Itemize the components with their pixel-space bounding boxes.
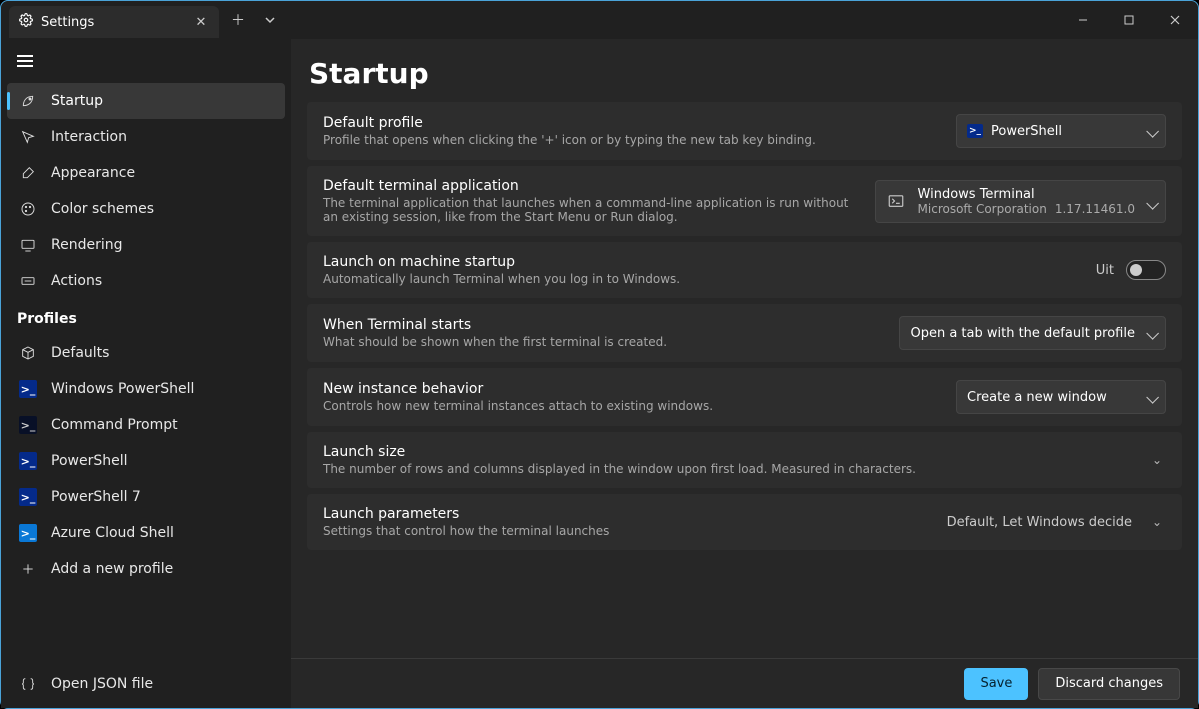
setting-default-profile: Default profile Profile that opens when …	[307, 102, 1182, 160]
braces-icon	[19, 675, 37, 693]
sidebar-open-json[interactable]: Open JSON file	[7, 666, 285, 702]
terminal-icon	[886, 191, 906, 211]
setting-title: New instance behavior	[323, 381, 940, 397]
close-window-button[interactable]	[1152, 4, 1198, 36]
sidebar-item-label: PowerShell 7	[51, 489, 141, 505]
sidebar-item-label: Appearance	[51, 165, 135, 181]
monitor-icon	[19, 236, 37, 254]
tab-title: Settings	[41, 15, 94, 30]
sidebar-item-label: Startup	[51, 93, 103, 109]
gear-icon	[19, 13, 33, 31]
powershell-icon: >_	[19, 488, 37, 506]
setting-default-terminal-app: Default terminal application The termina…	[307, 166, 1182, 236]
setting-desc: The terminal application that launches w…	[323, 196, 859, 224]
rocket-icon	[19, 92, 37, 110]
sidebar-item-label: Defaults	[51, 345, 109, 361]
titlebar: Settings ✕ ＋	[1, 1, 1198, 39]
setting-launch-on-startup: Launch on machine startup Automatically …	[307, 242, 1182, 298]
chevron-down-icon: ⌄	[1148, 515, 1166, 529]
footer-actions: Save Discard changes	[291, 658, 1198, 708]
setting-desc: Settings that control how the terminal l…	[323, 524, 931, 538]
sidebar-profile-command-prompt[interactable]: >_ Command Prompt	[7, 407, 285, 443]
sidebar-item-label: Rendering	[51, 237, 123, 253]
sidebar-item-label: PowerShell	[51, 453, 127, 469]
setting-title: Launch parameters	[323, 506, 931, 522]
sidebar-item-actions[interactable]: Actions	[7, 263, 285, 299]
default-terminal-app-dropdown[interactable]: Windows Terminal Microsoft Corporation 1…	[875, 180, 1166, 223]
setting-title: Default terminal application	[323, 178, 859, 194]
keyboard-icon	[19, 272, 37, 290]
maximize-button[interactable]	[1106, 4, 1152, 36]
setting-desc: What should be shown when the first term…	[323, 335, 883, 349]
setting-when-terminal-starts: When Terminal starts What should be show…	[307, 304, 1182, 362]
save-button[interactable]: Save	[964, 668, 1028, 700]
sidebar-item-label: Azure Cloud Shell	[51, 525, 174, 541]
sidebar-item-label: Interaction	[51, 129, 127, 145]
setting-new-instance-behavior: New instance behavior Controls how new t…	[307, 368, 1182, 426]
palette-icon	[19, 200, 37, 218]
sidebar-profile-windows-powershell[interactable]: >_ Windows PowerShell	[7, 371, 285, 407]
setting-desc: Profile that opens when clicking the '+'…	[323, 133, 940, 147]
sidebar-item-rendering[interactable]: Rendering	[7, 227, 285, 263]
setting-title: Launch on machine startup	[323, 254, 1080, 270]
setting-desc: Controls how new terminal instances atta…	[323, 399, 940, 413]
main-content: Startup Default profile Profile that ope…	[291, 39, 1198, 708]
sidebar-item-color-schemes[interactable]: Color schemes	[7, 191, 285, 227]
sidebar-item-interaction[interactable]: Interaction	[7, 119, 285, 155]
setting-title: When Terminal starts	[323, 317, 883, 333]
new-instance-dropdown[interactable]: Create a new window	[956, 380, 1166, 414]
azure-icon: >_	[19, 524, 37, 542]
sidebar-profile-defaults[interactable]: Defaults	[7, 335, 285, 371]
sidebar: Startup Interaction Appearance Color sch…	[1, 39, 291, 708]
cursor-icon	[19, 128, 37, 146]
discard-button[interactable]: Discard changes	[1038, 668, 1180, 700]
dropdown-value: Create a new window	[967, 390, 1107, 405]
sidebar-profile-powershell[interactable]: >_ PowerShell	[7, 443, 285, 479]
sidebar-item-label: Add a new profile	[51, 561, 173, 577]
setting-value: Default, Let Windows decide	[947, 515, 1132, 530]
nav-hamburger-button[interactable]	[5, 41, 45, 81]
launch-on-startup-toggle[interactable]	[1126, 260, 1166, 280]
sidebar-item-label: Color schemes	[51, 201, 154, 217]
toggle-state-label: Uit	[1096, 263, 1114, 278]
box-icon	[19, 344, 37, 362]
sidebar-item-label: Actions	[51, 273, 102, 289]
powershell-icon: >_	[19, 452, 37, 470]
sidebar-add-profile[interactable]: Add a new profile	[7, 551, 285, 587]
tab-settings[interactable]: Settings ✕	[9, 6, 219, 38]
setting-desc: Automatically launch Terminal when you l…	[323, 272, 1080, 286]
setting-title: Default profile	[323, 115, 940, 131]
chevron-down-icon: ⌄	[1148, 453, 1166, 467]
minimize-button[interactable]	[1060, 4, 1106, 36]
default-profile-dropdown[interactable]: >_ PowerShell	[956, 114, 1166, 148]
brush-icon	[19, 164, 37, 182]
page-title: Startup	[291, 39, 1198, 102]
sidebar-profile-powershell-7[interactable]: >_ PowerShell 7	[7, 479, 285, 515]
powershell-icon: >_	[19, 380, 37, 398]
sidebar-item-label: Windows PowerShell	[51, 381, 194, 397]
sidebar-profiles-header: Profiles	[1, 301, 291, 333]
app-version: 1.17.11461.0	[1055, 202, 1135, 216]
setting-desc: The number of rows and columns displayed…	[323, 462, 1132, 476]
setting-launch-parameters[interactable]: Launch parameters Settings that control …	[307, 494, 1182, 550]
setting-launch-size[interactable]: Launch size The number of rows and colum…	[307, 432, 1182, 488]
sidebar-item-appearance[interactable]: Appearance	[7, 155, 285, 191]
app-name: Windows Terminal	[918, 187, 1135, 202]
app-window: Settings ✕ ＋	[0, 0, 1199, 709]
when-starts-dropdown[interactable]: Open a tab with the default profile	[899, 316, 1166, 350]
sidebar-item-startup[interactable]: Startup	[7, 83, 285, 119]
tab-close-button[interactable]: ✕	[193, 15, 209, 30]
plus-icon	[19, 560, 37, 578]
new-tab-button[interactable]: ＋	[227, 9, 249, 31]
sidebar-profile-azure-cloud-shell[interactable]: >_ Azure Cloud Shell	[7, 515, 285, 551]
cmd-icon: >_	[19, 416, 37, 434]
dropdown-value: Open a tab with the default profile	[910, 326, 1135, 341]
sidebar-item-label: Open JSON file	[51, 676, 153, 692]
dropdown-value: PowerShell	[991, 124, 1062, 139]
sidebar-item-label: Command Prompt	[51, 417, 178, 433]
app-publisher: Microsoft Corporation	[918, 202, 1047, 216]
powershell-icon: >_	[967, 124, 983, 138]
setting-title: Launch size	[323, 444, 1132, 460]
tab-dropdown-button[interactable]	[259, 9, 281, 31]
